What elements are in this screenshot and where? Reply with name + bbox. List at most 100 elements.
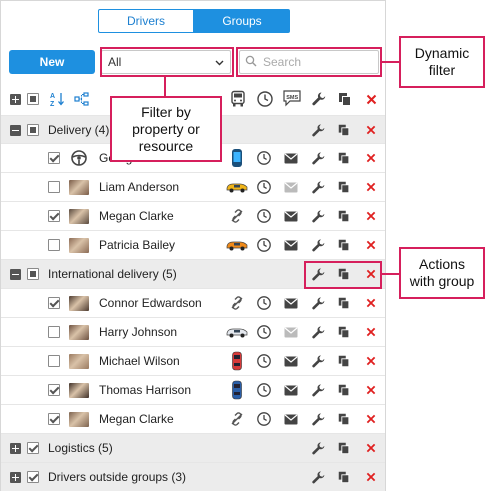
- wrench-icon[interactable]: [310, 353, 326, 369]
- driver-row[interactable]: Liam Anderson: [1, 172, 385, 201]
- envelope-icon[interactable]: [284, 152, 298, 164]
- car-icon[interactable]: [225, 322, 249, 342]
- wrench-icon[interactable]: [310, 324, 326, 340]
- driver-row[interactable]: Patricia Bailey: [1, 230, 385, 259]
- group-row[interactable]: International delivery (5): [1, 259, 385, 288]
- search-input[interactable]: [261, 54, 371, 70]
- driver-checkbox[interactable]: [48, 384, 60, 396]
- close-icon[interactable]: [364, 150, 378, 166]
- clock-icon[interactable]: [256, 295, 272, 311]
- copy-icon[interactable]: [336, 295, 352, 311]
- copy-icon[interactable]: [336, 469, 352, 485]
- collapse-icon[interactable]: [10, 269, 21, 280]
- driver-row[interactable]: Thomas Harrison: [1, 375, 385, 404]
- driver-checkbox[interactable]: [48, 152, 60, 164]
- wrench-icon[interactable]: [310, 295, 326, 311]
- driver-row[interactable]: Connor Edwardson: [1, 288, 385, 317]
- car-icon[interactable]: [225, 351, 249, 371]
- wrench-icon[interactable]: [310, 208, 326, 224]
- close-icon[interactable]: [364, 266, 378, 282]
- copy-icon[interactable]: [336, 237, 352, 253]
- clock-icon[interactable]: [256, 411, 272, 427]
- driver-checkbox[interactable]: [48, 297, 60, 309]
- group-row[interactable]: Logistics (5): [1, 433, 385, 462]
- close-icon[interactable]: [364, 382, 378, 398]
- copy-icon[interactable]: [336, 179, 352, 195]
- search-field[interactable]: [239, 50, 379, 74]
- filter-select[interactable]: All: [101, 50, 231, 74]
- close-icon[interactable]: [364, 353, 378, 369]
- copy-icon[interactable]: [336, 411, 352, 427]
- driver-checkbox[interactable]: [48, 239, 60, 251]
- copy-icon[interactable]: [336, 382, 352, 398]
- expand-all-icon[interactable]: [10, 94, 21, 105]
- clock-icon[interactable]: [256, 237, 272, 253]
- car-icon[interactable]: [225, 380, 249, 400]
- unlinked-icon[interactable]: [225, 293, 249, 313]
- copy-icon[interactable]: [336, 353, 352, 369]
- car-icon[interactable]: [225, 235, 249, 255]
- clock-icon[interactable]: [256, 382, 272, 398]
- copy-icon[interactable]: [336, 122, 352, 138]
- envelope-icon[interactable]: [284, 384, 298, 396]
- hierarchy-icon[interactable]: [73, 90, 91, 108]
- tab-drivers[interactable]: Drivers: [98, 9, 194, 33]
- envelope-icon[interactable]: [284, 297, 298, 309]
- group-checkbox[interactable]: [27, 442, 39, 454]
- envelope-icon[interactable]: [284, 239, 298, 251]
- close-icon[interactable]: [364, 122, 378, 138]
- new-button[interactable]: New: [9, 50, 95, 74]
- copy-icon[interactable]: [336, 324, 352, 340]
- tab-groups[interactable]: Groups: [194, 9, 290, 33]
- driver-checkbox[interactable]: [48, 210, 60, 222]
- wrench-icon[interactable]: [310, 440, 326, 456]
- close-icon[interactable]: [364, 179, 378, 195]
- unlinked-icon[interactable]: [225, 206, 249, 226]
- delete-column-icon[interactable]: [363, 90, 379, 108]
- clock-icon[interactable]: [256, 179, 272, 195]
- phone-icon[interactable]: [225, 148, 249, 168]
- group-checkbox[interactable]: [27, 124, 39, 136]
- close-icon[interactable]: [364, 411, 378, 427]
- driver-row[interactable]: Harry Johnson: [1, 317, 385, 346]
- expand-icon[interactable]: [10, 443, 21, 454]
- select-all-checkbox[interactable]: [27, 93, 39, 105]
- close-icon[interactable]: [364, 469, 378, 485]
- driver-row[interactable]: Megan Clarke: [1, 201, 385, 230]
- clock-icon[interactable]: [256, 208, 272, 224]
- copy-icon[interactable]: [336, 440, 352, 456]
- envelope-icon[interactable]: [284, 413, 298, 425]
- envelope-icon[interactable]: [284, 355, 298, 367]
- copy-icon[interactable]: [336, 266, 352, 282]
- wrench-icon[interactable]: [310, 266, 326, 282]
- close-icon[interactable]: [364, 324, 378, 340]
- driver-checkbox[interactable]: [48, 355, 60, 367]
- car-icon[interactable]: [225, 177, 249, 197]
- copy-icon[interactable]: [336, 208, 352, 224]
- driver-checkbox[interactable]: [48, 326, 60, 338]
- close-icon[interactable]: [364, 237, 378, 253]
- close-icon[interactable]: [364, 208, 378, 224]
- close-icon[interactable]: [364, 295, 378, 311]
- group-checkbox[interactable]: [27, 268, 39, 280]
- wrench-icon[interactable]: [310, 382, 326, 398]
- driver-row[interactable]: Michael Wilson: [1, 346, 385, 375]
- clock-icon[interactable]: [256, 353, 272, 369]
- collapse-icon[interactable]: [10, 125, 21, 136]
- wrench-icon[interactable]: [310, 411, 326, 427]
- wrench-icon[interactable]: [310, 237, 326, 253]
- driver-checkbox[interactable]: [48, 413, 60, 425]
- copy-icon[interactable]: [336, 150, 352, 166]
- envelope-icon[interactable]: [284, 210, 298, 222]
- group-checkbox[interactable]: [27, 471, 39, 483]
- wrench-icon[interactable]: [310, 179, 326, 195]
- driver-row[interactable]: Megan Clarke: [1, 404, 385, 433]
- sort-az-icon[interactable]: AZ: [49, 90, 67, 108]
- close-icon[interactable]: [364, 440, 378, 456]
- wrench-icon[interactable]: [310, 469, 326, 485]
- clock-icon[interactable]: [256, 324, 272, 340]
- expand-icon[interactable]: [10, 472, 21, 483]
- clock-icon[interactable]: [256, 150, 272, 166]
- driver-checkbox[interactable]: [48, 181, 60, 193]
- wrench-icon[interactable]: [310, 122, 326, 138]
